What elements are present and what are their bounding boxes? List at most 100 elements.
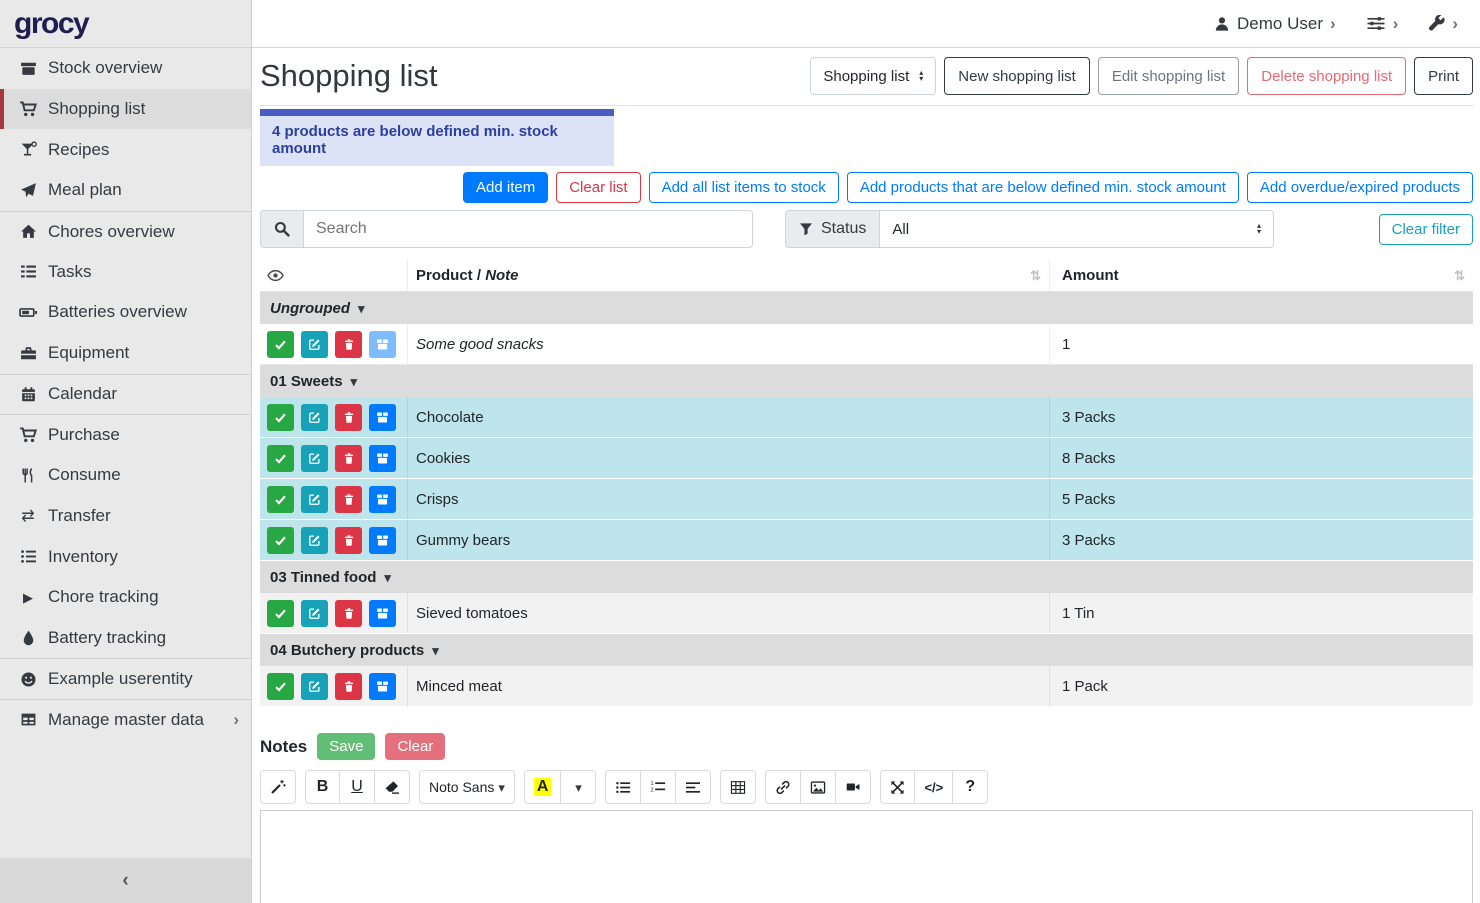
below-min-stock-alert[interactable]: 4 products are below defined min. stock … (260, 109, 614, 166)
search-input[interactable] (303, 210, 753, 248)
delete-item-button[interactable] (335, 527, 362, 554)
add-overdue-button[interactable]: Add overdue/expired products (1247, 172, 1473, 203)
delete-item-button[interactable] (335, 331, 362, 358)
sidebar-item-shopping-list[interactable]: Shopping list (0, 89, 251, 130)
insert-video-icon[interactable] (836, 770, 871, 804)
list-icon (17, 548, 39, 565)
amount-column-header[interactable]: Amount (1050, 267, 1473, 284)
bold-button[interactable]: B (305, 770, 340, 804)
insert-image-icon[interactable] (801, 770, 836, 804)
sidebar-item-calendar[interactable]: Calendar (0, 374, 251, 415)
notes-editor-area[interactable] (260, 810, 1473, 903)
add-to-stock-button[interactable] (369, 673, 396, 700)
delete-item-button[interactable] (335, 404, 362, 431)
sidebar-item-label: Tasks (48, 262, 91, 282)
insert-table-icon[interactable] (720, 770, 756, 804)
mark-done-button[interactable] (267, 600, 294, 627)
add-to-stock-button[interactable] (369, 404, 396, 431)
mark-done-button[interactable] (267, 404, 294, 431)
notes-clear-button[interactable]: Clear (385, 733, 445, 760)
add-to-stock-button[interactable] (369, 486, 396, 513)
table-row: Gummy bears 3 Packs (260, 520, 1473, 561)
mark-done-button[interactable] (267, 673, 294, 700)
product-column-header[interactable]: Product / Note (408, 259, 1050, 291)
delete-item-button[interactable] (335, 673, 362, 700)
add-to-stock-button[interactable] (369, 527, 396, 554)
sidebar-item-battery-tracking[interactable]: Battery tracking (0, 618, 251, 659)
sidebar-item-equipment[interactable]: Equipment (0, 333, 251, 374)
font-color-button[interactable]: A (524, 770, 562, 804)
sidebar-item-batteries-overview[interactable]: Batteries overview (0, 292, 251, 333)
status-select[interactable]: All ▴▾ (879, 210, 1274, 248)
sidebar-item-consume[interactable]: Consume (0, 455, 251, 496)
delete-item-button[interactable] (335, 486, 362, 513)
sidebar-item-chores-overview[interactable]: Chores overview (0, 211, 251, 252)
group-header-ungrouped[interactable]: Ungrouped (260, 292, 1473, 324)
add-below-min-button[interactable]: Add products that are below defined min.… (847, 172, 1239, 203)
edit-item-button[interactable] (301, 527, 328, 554)
mark-done-button[interactable] (267, 331, 294, 358)
caret-down-icon (575, 779, 582, 796)
group-header-butchery[interactable]: 04 Butchery products (260, 634, 1473, 666)
add-all-to-stock-button[interactable]: Add all list items to stock (649, 172, 839, 203)
notes-save-button[interactable]: Save (317, 733, 375, 760)
shopping-list-select[interactable]: Shopping list ▴▾ (810, 57, 936, 95)
fullscreen-icon[interactable] (880, 770, 915, 804)
ordered-list-icon[interactable]: 12 (641, 770, 676, 804)
page-title: Shopping list (260, 58, 438, 94)
sidebar-item-manage-master-data[interactable]: Manage master data (0, 699, 251, 740)
sidebar-collapse-button[interactable] (0, 858, 251, 903)
code-view-button[interactable]: </> (915, 770, 953, 804)
font-color-caret[interactable] (561, 770, 596, 804)
paragraph-align-icon[interactable] (676, 770, 711, 804)
help-button[interactable]: ? (953, 770, 988, 804)
edit-item-button[interactable] (301, 404, 328, 431)
mark-done-button[interactable] (267, 527, 294, 554)
grocy-logo: grocy (14, 7, 88, 41)
user-menu[interactable]: Demo User (1214, 14, 1336, 34)
sidebar-item-transfer[interactable]: Transfer (0, 496, 251, 537)
add-to-stock-button[interactable] (369, 331, 396, 358)
mark-done-button[interactable] (267, 486, 294, 513)
sidebar-item-label: Chores overview (48, 222, 175, 242)
sidebar-item-stock-overview[interactable]: Stock overview (0, 48, 251, 89)
tint-icon (17, 630, 39, 646)
sidebar-item-label: Purchase (48, 425, 120, 445)
edit-item-button[interactable] (301, 331, 328, 358)
group-header-sweets[interactable]: 01 Sweets (260, 365, 1473, 397)
sidebar-item-chore-tracking[interactable]: Chore tracking (0, 577, 251, 618)
print-button[interactable]: Print (1414, 57, 1473, 95)
sidebar-item-tasks[interactable]: Tasks (0, 251, 251, 292)
add-to-stock-button[interactable] (369, 445, 396, 472)
settings-menu[interactable] (1366, 14, 1399, 34)
clear-filter-button[interactable]: Clear filter (1379, 214, 1473, 245)
style-magic-icon[interactable] (260, 770, 296, 804)
underline-button[interactable]: U (340, 770, 375, 804)
delete-shopping-list-button[interactable]: Delete shopping list (1247, 57, 1406, 95)
group-header-tinned-food[interactable]: 03 Tinned food (260, 561, 1473, 593)
edit-item-button[interactable] (301, 600, 328, 627)
sidebar-item-purchase[interactable]: Purchase (0, 414, 251, 455)
edit-item-button[interactable] (301, 486, 328, 513)
delete-item-button[interactable] (335, 445, 362, 472)
delete-item-button[interactable] (335, 600, 362, 627)
edit-item-button[interactable] (301, 445, 328, 472)
eye-icon[interactable] (267, 267, 284, 284)
sidebar-item-inventory[interactable]: Inventory (0, 536, 251, 577)
admin-menu[interactable] (1428, 14, 1458, 34)
sidebar-item-label: Battery tracking (48, 628, 166, 648)
sidebar-item-example-userentity[interactable]: Example userentity (0, 658, 251, 699)
unordered-list-icon[interactable] (605, 770, 641, 804)
edit-shopping-list-button[interactable]: Edit shopping list (1098, 57, 1239, 95)
edit-item-button[interactable] (301, 673, 328, 700)
sidebar-item-meal-plan[interactable]: Meal plan (0, 170, 251, 211)
add-item-button[interactable]: Add item (463, 172, 548, 203)
mark-done-button[interactable] (267, 445, 294, 472)
eraser-icon[interactable] (375, 770, 410, 804)
sidebar-item-recipes[interactable]: Recipes (0, 129, 251, 170)
add-to-stock-button[interactable] (369, 600, 396, 627)
insert-link-icon[interactable] (765, 770, 801, 804)
new-shopping-list-button[interactable]: New shopping list (944, 57, 1090, 95)
clear-list-button[interactable]: Clear list (556, 172, 640, 203)
font-family-select[interactable]: Noto Sans (419, 770, 515, 804)
